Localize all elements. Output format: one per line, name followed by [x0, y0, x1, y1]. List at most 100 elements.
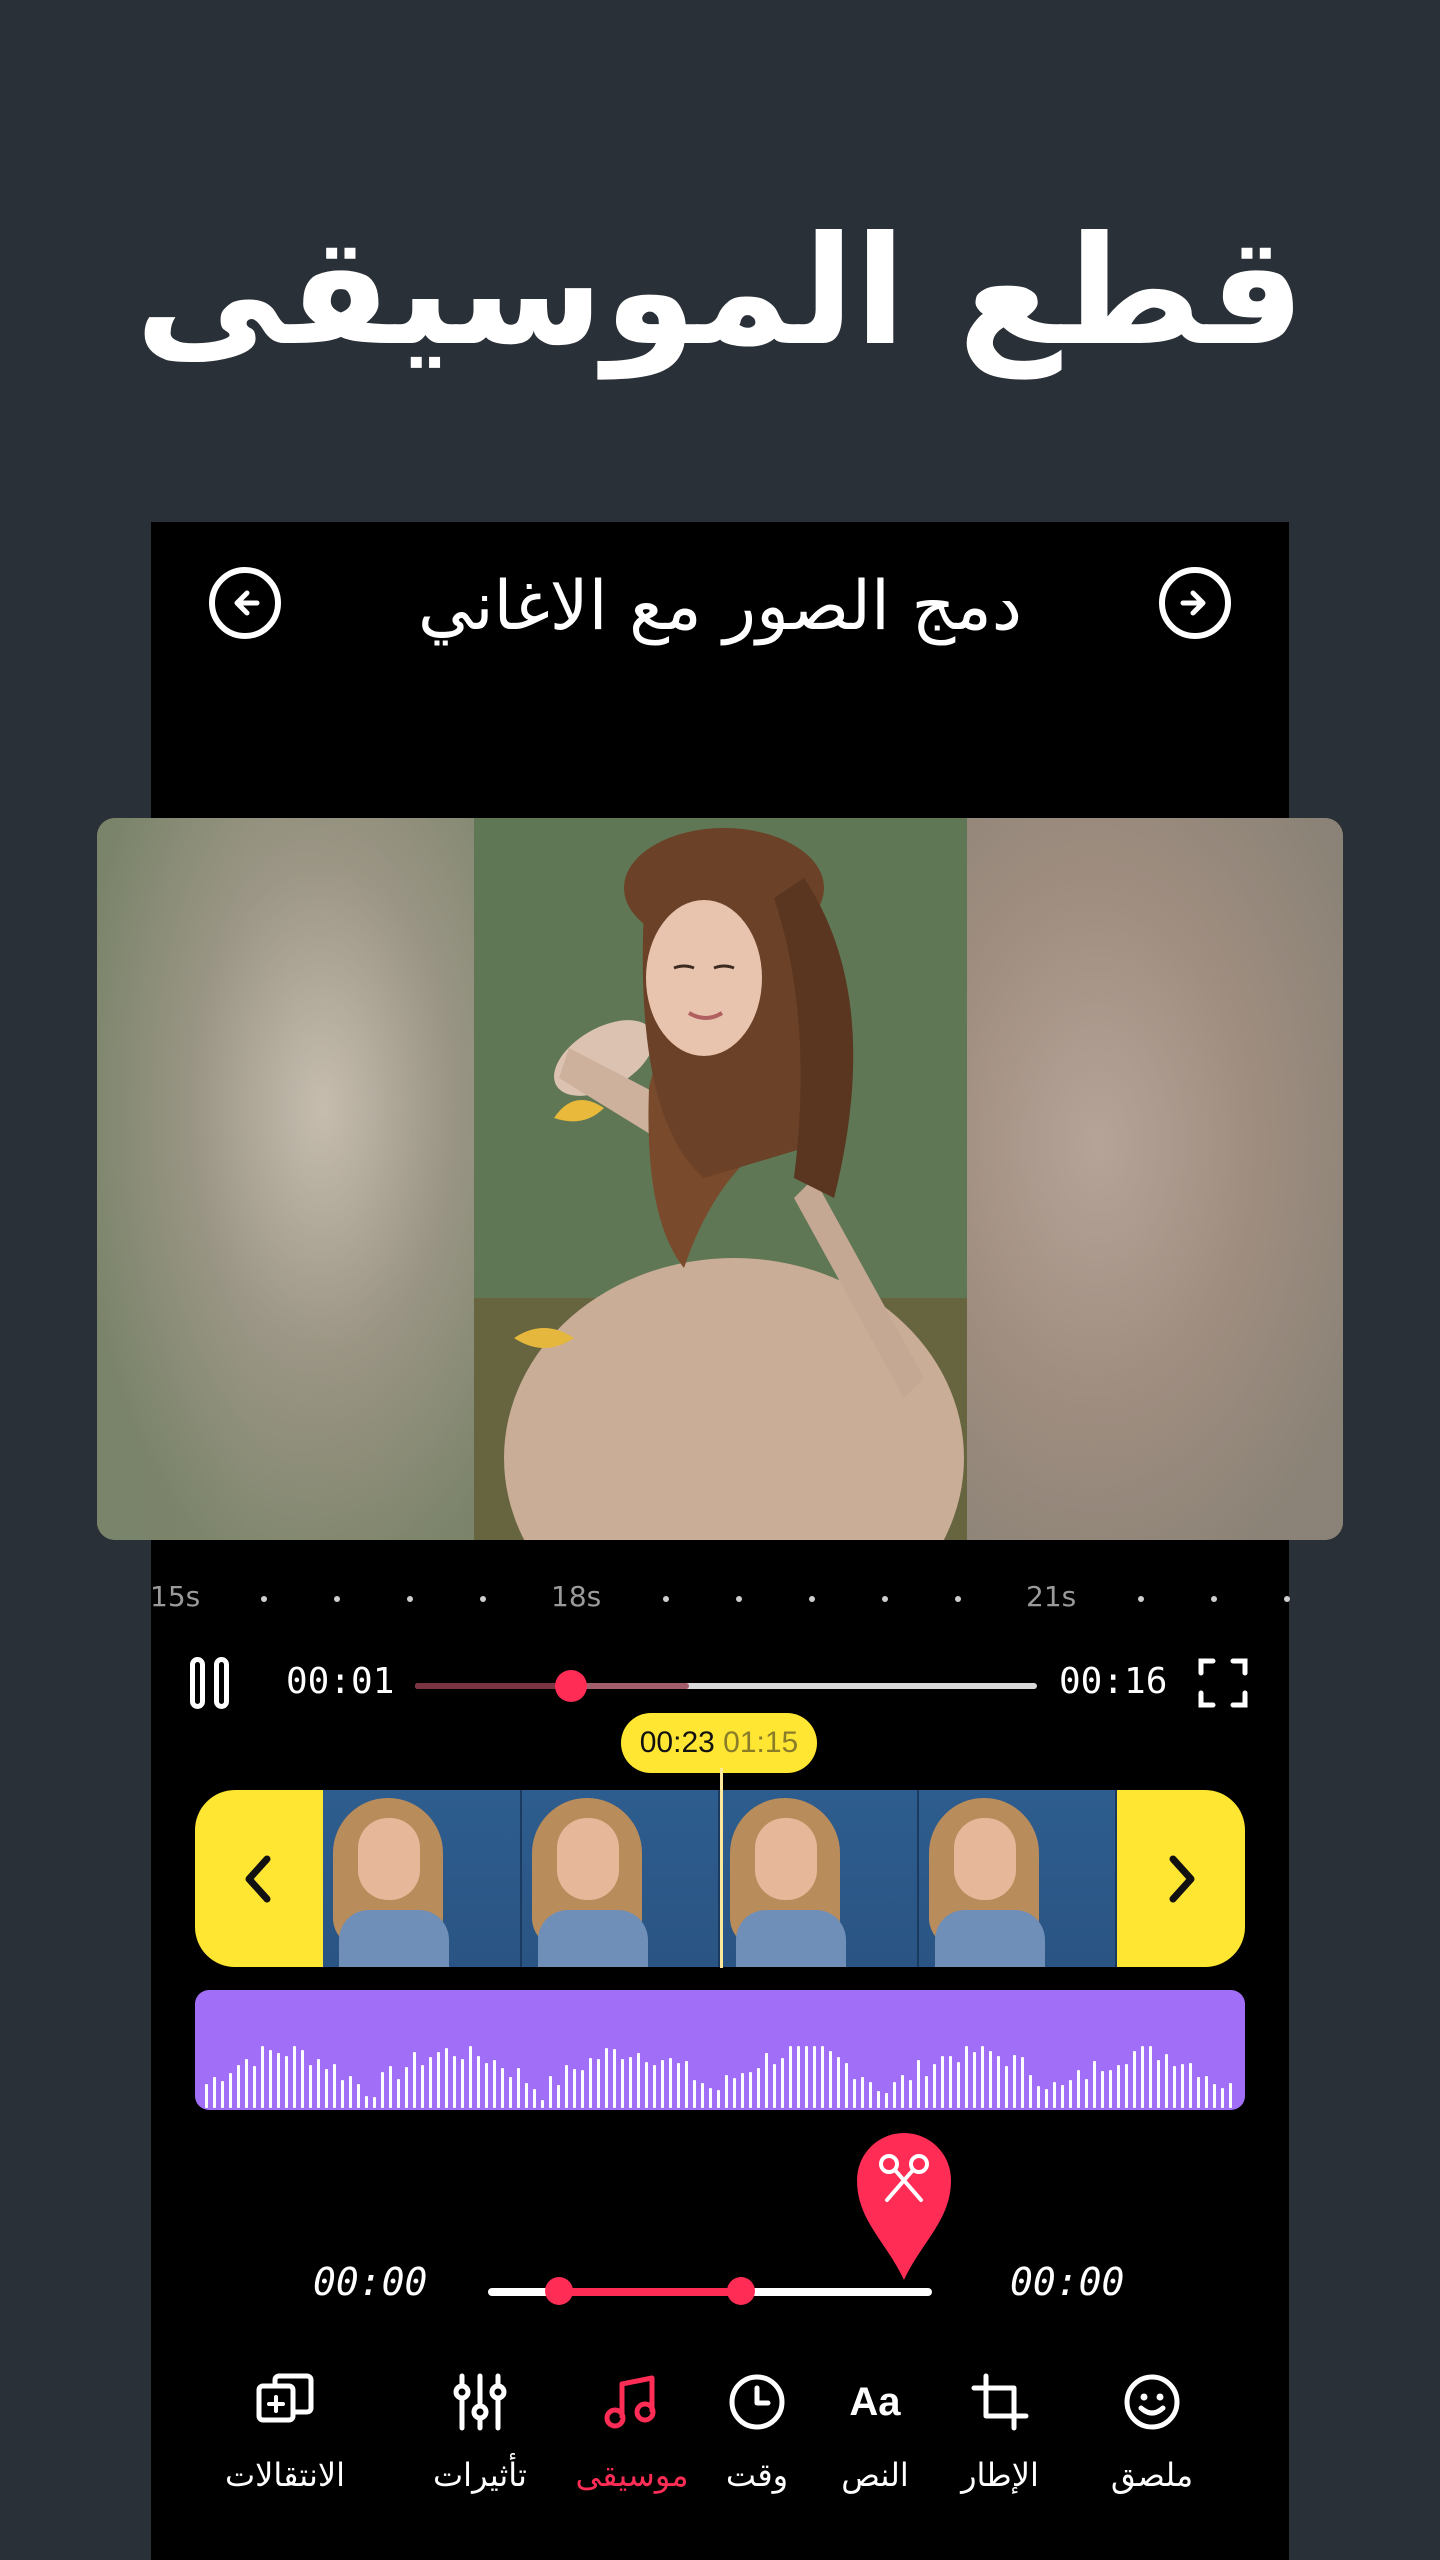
waveform-bar — [1221, 2087, 1224, 2108]
waveform-bar — [829, 2051, 832, 2108]
cut-selected-range — [559, 2288, 742, 2296]
music-cut-slider[interactable] — [488, 2277, 932, 2305]
waveform-bar — [853, 2078, 856, 2108]
waveform-bar — [517, 2068, 520, 2108]
waveform-bar — [781, 2058, 784, 2108]
waveform-bar — [797, 2046, 800, 2108]
waveform-bar — [949, 2055, 952, 2108]
tick-dot — [955, 1596, 961, 1602]
waveform-bar — [421, 2064, 424, 2108]
tick-dot — [334, 1596, 340, 1602]
audio-waveform-track[interactable] — [195, 1990, 1245, 2110]
waveform-bar — [997, 2055, 1000, 2108]
tick-dot — [480, 1596, 486, 1602]
video-preview[interactable] — [97, 818, 1343, 1540]
waveform-bar — [525, 2083, 528, 2108]
chevron-right-icon — [1169, 1855, 1195, 1902]
tick-dot — [1138, 1596, 1144, 1602]
waveform-bar — [925, 2075, 928, 2108]
tick-dot — [663, 1596, 669, 1602]
clip-time-badge: 00:23 01:15 — [621, 1713, 817, 1773]
waveform-bar — [493, 2059, 496, 2108]
waveform-bar — [661, 2060, 664, 2108]
clip-thumbnail — [323, 1790, 522, 1967]
waveform-bar — [381, 2071, 384, 2108]
waveform-bar — [933, 2064, 936, 2108]
waveform-bar — [613, 2048, 616, 2108]
waveform-bar — [229, 2073, 232, 2108]
scissors-icon[interactable] — [855, 2130, 953, 2282]
waveform-bar — [1093, 2060, 1096, 2108]
waveform-bar — [309, 2065, 312, 2108]
tab-music[interactable]: موسيقى — [552, 2370, 712, 2494]
back-button[interactable] — [209, 567, 281, 639]
waveform-bar — [253, 2065, 256, 2108]
text-aa-icon: Aa — [849, 2380, 901, 2424]
cut-start-handle[interactable] — [545, 2277, 574, 2305]
waveform-bar — [805, 2046, 808, 2108]
waveform-bar — [765, 2053, 768, 2108]
progress-thumb[interactable] — [554, 1670, 587, 1702]
tab-transitions[interactable]: الانتقالات — [205, 2370, 365, 2494]
blurred-background-right — [966, 818, 1343, 1540]
waveform-bar — [821, 2046, 824, 2108]
waveform-bar — [909, 2080, 912, 2108]
waveform-bar — [1053, 2082, 1056, 2108]
waveform-bar — [237, 2064, 240, 2108]
waveform-bar — [957, 2061, 960, 2108]
tick-dot — [882, 1596, 888, 1602]
cut-end-handle[interactable] — [727, 2277, 756, 2305]
waveform-bar — [269, 2050, 272, 2108]
waveform-bar — [1197, 2076, 1200, 2108]
waveform-bar — [861, 2077, 864, 2108]
waveform-bar — [565, 2065, 568, 2108]
chevron-left-icon — [245, 1855, 271, 1902]
waveform-bar — [837, 2056, 840, 2108]
app-bar: دمج الصور مع الاغاني — [151, 522, 1289, 702]
waveform-bar — [1061, 2085, 1064, 2108]
waveform-bar — [1189, 2063, 1192, 2108]
clip-current-time: 00:23 — [639, 1726, 715, 1759]
waveform-bar — [1149, 2046, 1152, 2108]
cut-end-time: 00:00 — [1010, 2260, 1125, 2304]
waveform-bar — [693, 2080, 696, 2108]
waveform-bar — [645, 2062, 648, 2108]
waveform-bar — [709, 2087, 712, 2108]
waveform-bar — [429, 2056, 432, 2108]
clock-icon — [729, 2374, 785, 2430]
tab-label: موسيقى — [575, 2456, 689, 2494]
waveform-bar — [701, 2083, 704, 2108]
waveform-bar — [389, 2065, 392, 2108]
waveform-bar — [1101, 2070, 1104, 2108]
tab-sticker[interactable]: ملصق — [1072, 2370, 1232, 2494]
waveform-bar — [341, 2079, 344, 2108]
headline: قطع الموسيقى — [135, 205, 1305, 379]
waveform-bar — [989, 2050, 992, 2108]
fullscreen-icon[interactable] — [1197, 1657, 1249, 1709]
waveform-bar — [1077, 2069, 1080, 2108]
tick-dot — [809, 1596, 815, 1602]
tab-effects[interactable]: تأثيرات — [400, 2370, 560, 2494]
waveform-bar — [301, 2050, 304, 2108]
waveform-bar — [261, 2046, 264, 2108]
waveform-bar — [501, 2068, 504, 2108]
playback-progress-slider[interactable] — [415, 1670, 1037, 1702]
tick-dot — [1211, 1596, 1217, 1602]
pause-button[interactable] — [190, 1657, 232, 1709]
tab-label: الانتقالات — [224, 2456, 345, 2494]
clip-thumbnail — [521, 1790, 720, 1967]
waveform-bar — [941, 2055, 944, 2108]
preview-photo — [474, 818, 967, 1540]
waveform-bar — [725, 2075, 728, 2108]
waveform-bar — [445, 2047, 448, 2108]
cut-start-time: 00:00 — [313, 2260, 428, 2304]
waveform-bar — [453, 2055, 456, 2108]
forward-button[interactable] — [1159, 567, 1231, 639]
timeline-playhead[interactable] — [720, 1768, 723, 1968]
trim-right-handle[interactable] — [1117, 1790, 1245, 1967]
waveform-bar — [981, 2046, 984, 2108]
waveform-bar — [845, 2062, 848, 2108]
trim-left-handle[interactable] — [195, 1790, 323, 1967]
waveform-bar — [1181, 2063, 1184, 2108]
waveform-bar — [469, 2046, 472, 2108]
